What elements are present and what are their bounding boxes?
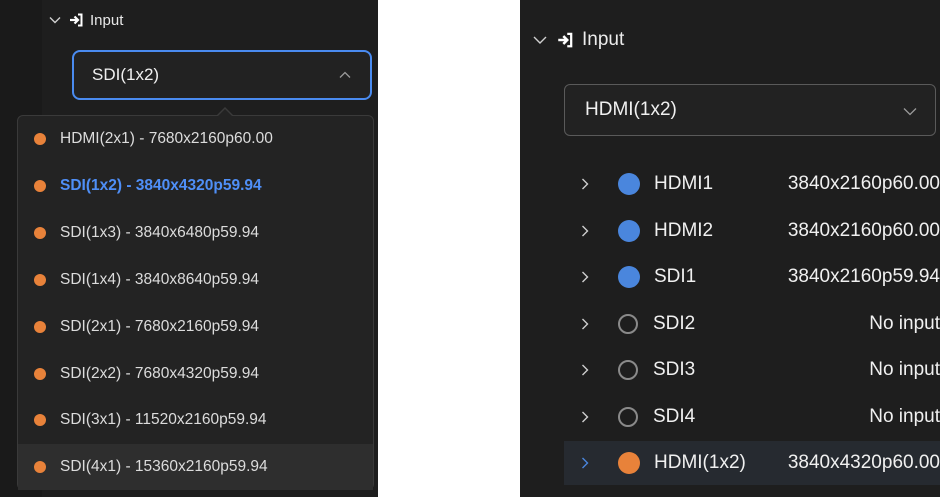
status-dot-icon: [618, 266, 640, 288]
source-resolution: No input: [869, 312, 940, 334]
dropdown-option-label: SDI(1x2) - 3840x4320p59.94: [60, 176, 262, 194]
source-resolution: 3840x2160p59.94: [787, 266, 940, 287]
status-dot-icon: [34, 367, 46, 380]
right-select-value: HDMI(1x2): [585, 99, 677, 120]
status-ring-icon: [618, 360, 638, 380]
source-row[interactable]: HDMI(1x2) 3840x4320p60.00: [564, 441, 940, 485]
source-resolution: 3840x2160p60.00: [787, 219, 940, 241]
chevron-up-icon: [339, 71, 351, 78]
right-section-title: Input: [582, 29, 625, 50]
source-row[interactable]: HDMI1 3840x2160p60.00: [564, 162, 940, 206]
source-name: HDMI(1x2): [654, 452, 746, 473]
source-resolution: No input: [869, 359, 940, 380]
status-dot-icon: [618, 452, 640, 474]
source-row[interactable]: SDI4 No input: [564, 395, 940, 439]
source-name: SDI3: [653, 359, 696, 380]
status-dot-icon: [34, 320, 46, 333]
dropdown-option[interactable]: SDI(3x1) - 11520x2160p59.94: [18, 397, 373, 443]
chevron-right-icon[interactable]: [578, 410, 592, 424]
dropdown-option-label: SDI(1x3) - 3840x6480p59.94: [60, 223, 260, 241]
dropdown-option[interactable]: SDI(2x1) - 7680x2160p59.94: [18, 304, 373, 350]
source-name: SDI4: [653, 405, 696, 427]
status-dot-icon: [618, 173, 640, 195]
dropdown-option[interactable]: HDMI(2x1) - 7680x2160p60.00: [18, 116, 373, 162]
enter-icon: [70, 13, 83, 27]
source-name: HDMI1: [654, 173, 714, 194]
dropdown-option-label: HDMI(2x1) - 7680x2160p60.00: [60, 130, 273, 147]
left-section-title: Input: [90, 11, 124, 29]
dropdown-option[interactable]: SDI(4x1) - 15360x2160p59.94: [18, 444, 373, 491]
source-name: SDI1: [654, 266, 697, 287]
dropdown-option[interactable]: SDI(1x4) - 3840x8640p59.94: [18, 257, 373, 303]
status-dot-icon: [34, 226, 46, 239]
status-dot-icon: [34, 461, 46, 474]
chevron-down-icon[interactable]: [48, 13, 62, 27]
source-row[interactable]: HDMI2 3840x2160p60.00: [564, 209, 940, 253]
status-ring-icon: [618, 313, 638, 334]
chevron-down-icon[interactable]: [532, 32, 548, 48]
left-select-value: SDI(1x2): [92, 65, 160, 84]
source-name: SDI2: [653, 312, 696, 334]
source-resolution: 3840x2160p60.00: [787, 173, 940, 194]
chevron-right-icon[interactable]: [578, 224, 592, 238]
status-dot-icon: [618, 219, 640, 242]
dropdown-pointer-fill: [217, 109, 233, 117]
chevron-right-icon[interactable]: [578, 456, 592, 470]
source-resolution: No input: [869, 405, 940, 427]
chevron-right-icon[interactable]: [578, 317, 592, 331]
dropdown-option-label: SDI(3x1) - 11520x2160p59.94: [60, 411, 267, 429]
right-input-select[interactable]: HDMI(1x2): [564, 84, 936, 136]
right-input-section-header[interactable]: Input: [532, 26, 624, 54]
status-dot-icon: [34, 414, 46, 427]
dropdown-option[interactable]: SDI(1x2) - 3840x4320p59.94: [18, 163, 373, 209]
status-dot-icon: [34, 179, 46, 192]
dropdown-option-label: SDI(2x1) - 7680x2160p59.94: [60, 317, 260, 335]
dropdown-option[interactable]: SDI(2x2) - 7680x4320p59.94: [18, 351, 373, 397]
dropdown-option[interactable]: SDI(1x3) - 3840x6480p59.94: [18, 210, 373, 256]
source-resolution: 3840x4320p60.00: [787, 452, 940, 473]
chevron-right-icon[interactable]: [578, 177, 592, 191]
left-dropdown-menu: HDMI(2x1) - 7680x2160p60.00 SDI(1x2) - 38…: [17, 115, 374, 491]
dropdown-option-label: SDI(2x2) - 7680x4320p59.94: [60, 364, 260, 382]
dropdown-option-label: SDI(1x4) - 3840x8640p59.94: [60, 270, 260, 288]
source-row[interactable]: SDI2 No input: [564, 302, 940, 346]
chevron-right-icon[interactable]: [578, 363, 592, 377]
source-name: HDMI2: [654, 219, 714, 241]
left-input-section-header[interactable]: Input: [48, 8, 123, 32]
status-dot-icon: [34, 133, 46, 145]
chevron-down-icon: [903, 108, 917, 116]
source-row[interactable]: SDI3 No input: [564, 348, 940, 392]
dropdown-option-label: SDI(4x1) - 15360x2160p59.94: [60, 458, 268, 476]
chevron-right-icon[interactable]: [578, 270, 592, 284]
right-input-panel: Input HDMI(1x2) HDMI1 3840x2160p60.00 HDMI…: [520, 0, 940, 497]
source-row[interactable]: SDI1 3840x2160p59.94: [564, 255, 940, 299]
left-input-select[interactable]: SDI(1x2): [72, 50, 372, 100]
status-dot-icon: [34, 273, 46, 286]
status-ring-icon: [618, 406, 638, 427]
enter-icon: [558, 32, 573, 48]
left-input-panel: Input SDI(1x2) HDMI(2x1) - 7680x2160p60.…: [0, 0, 378, 497]
